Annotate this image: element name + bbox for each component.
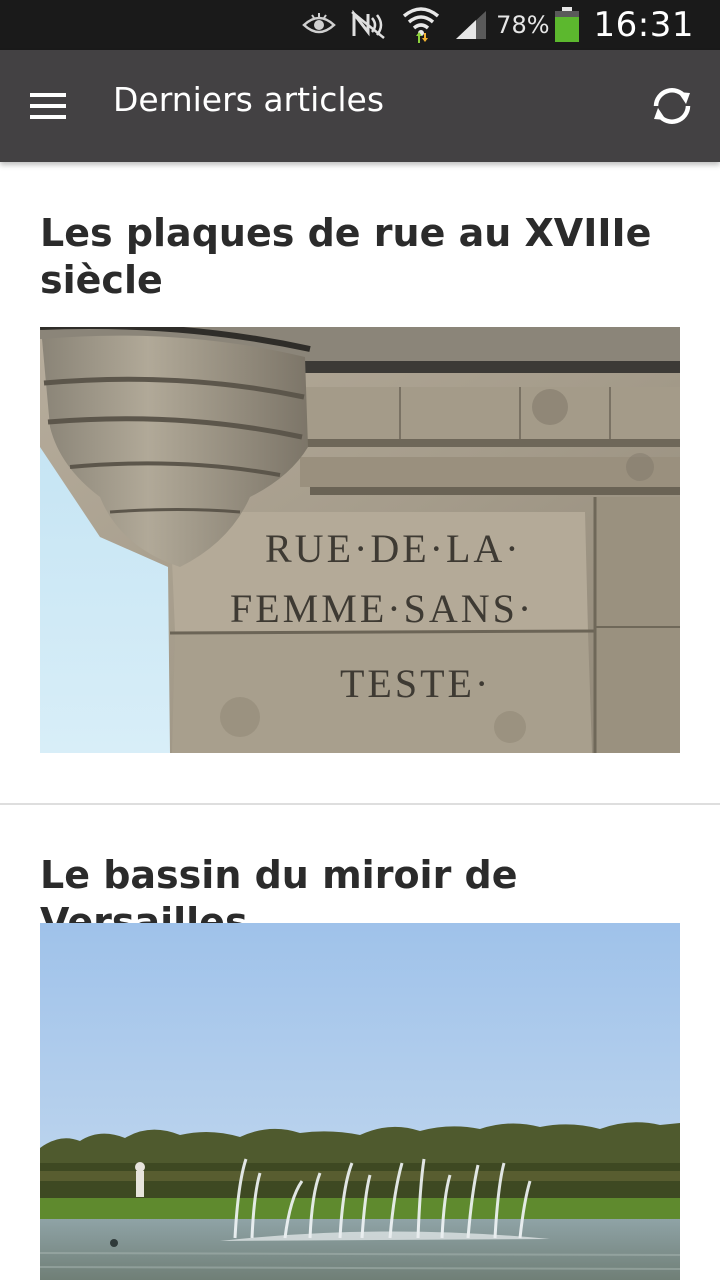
- versailles-basin-photo: [40, 923, 680, 1280]
- status-bar: 78% 16:31: [0, 0, 720, 50]
- battery-percentage: 78%: [496, 11, 550, 39]
- article-card[interactable]: Le bassin du miroir de Versailles: [0, 805, 720, 1280]
- wifi-icon: [402, 0, 440, 50]
- clock: 16:31: [593, 5, 694, 45]
- article-image-versailles-basin[interactable]: [40, 923, 680, 1280]
- nfc-icon: [350, 0, 388, 50]
- battery-icon: [554, 0, 580, 50]
- plaque-inscription-line3: TESTE·: [340, 661, 491, 706]
- street-plaque-photo: RUE·DE·LA· FEMME·SANS· TESTE·: [40, 327, 680, 753]
- app-bar: Derniers articles: [0, 50, 720, 162]
- hamburger-menu-icon[interactable]: [28, 88, 68, 124]
- plaque-inscription-line2: FEMME·SANS·: [230, 586, 534, 631]
- refresh-icon[interactable]: [648, 84, 696, 128]
- plaque-inscription-line1: RUE·DE·LA·: [265, 526, 522, 571]
- articles-feed: Les plaques de rue au XVIIIe siècle RUE·…: [0, 162, 720, 1280]
- article-title[interactable]: Les plaques de rue au XVIIIe siècle: [40, 210, 680, 304]
- article-image-street-plaque[interactable]: RUE·DE·LA· FEMME·SANS· TESTE·: [40, 327, 680, 753]
- app-title: Derniers articles: [113, 80, 385, 119]
- signal-icon: [454, 0, 488, 50]
- article-card[interactable]: Les plaques de rue au XVIIIe siècle RUE·…: [0, 162, 720, 804]
- eye-icon: [302, 0, 337, 50]
